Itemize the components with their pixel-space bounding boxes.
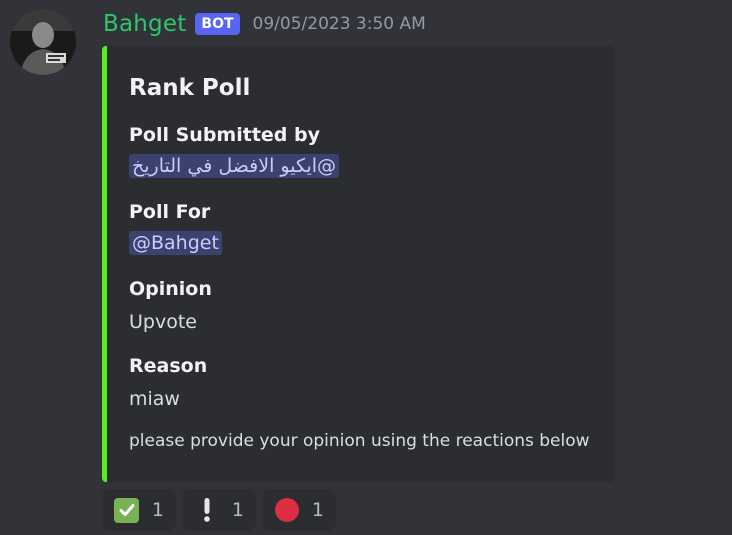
reaction-exclamation[interactable]: 1 <box>182 489 256 531</box>
reaction-count: 1 <box>151 499 164 521</box>
avatar-image <box>10 9 76 75</box>
user-mention[interactable]: @ايكيو الافضل في التاريخ <box>129 154 340 178</box>
embed-title: Rank Poll <box>129 75 251 101</box>
field-name-opinion: Opinion <box>129 278 212 300</box>
bot-badge: BOT <box>195 13 240 35</box>
exclamation-icon <box>194 497 220 523</box>
user-mention[interactable]: @Bahget <box>129 231 222 255</box>
field-value-submitted-by: @ايكيو الافضل في التاريخ <box>129 154 340 178</box>
field-value-reason: miaw <box>129 388 180 410</box>
reaction-red-circle[interactable]: 1 <box>262 489 336 531</box>
field-name-poll-for: Poll For <box>129 201 211 223</box>
field-name-reason: Reason <box>129 355 208 377</box>
chat-message: Bahget BOT 09/05/2023 3:50 AM Rank Poll … <box>0 0 732 535</box>
field-value-poll-for: @Bahget <box>129 231 222 255</box>
embed-footer-text: please provide your opinion using the re… <box>129 431 590 451</box>
white-check-mark-icon <box>114 497 140 523</box>
author-name[interactable]: Bahget <box>103 11 186 37</box>
avatar[interactable] <box>10 9 76 75</box>
reaction-count: 1 <box>311 499 324 521</box>
embed: Rank Poll Poll Submitted by @ايكيو الافض… <box>102 46 614 482</box>
red-circle-icon <box>274 497 300 523</box>
timestamp[interactable]: 09/05/2023 3:50 AM <box>253 14 426 34</box>
reaction-check[interactable]: 1 <box>102 489 176 531</box>
message-header: Bahget BOT 09/05/2023 3:50 AM <box>103 8 426 40</box>
reactions-bar: 1 1 1 <box>102 489 336 531</box>
reaction-count: 1 <box>231 499 244 521</box>
field-name-submitted-by: Poll Submitted by <box>129 124 320 146</box>
field-value-opinion: Upvote <box>129 311 197 333</box>
